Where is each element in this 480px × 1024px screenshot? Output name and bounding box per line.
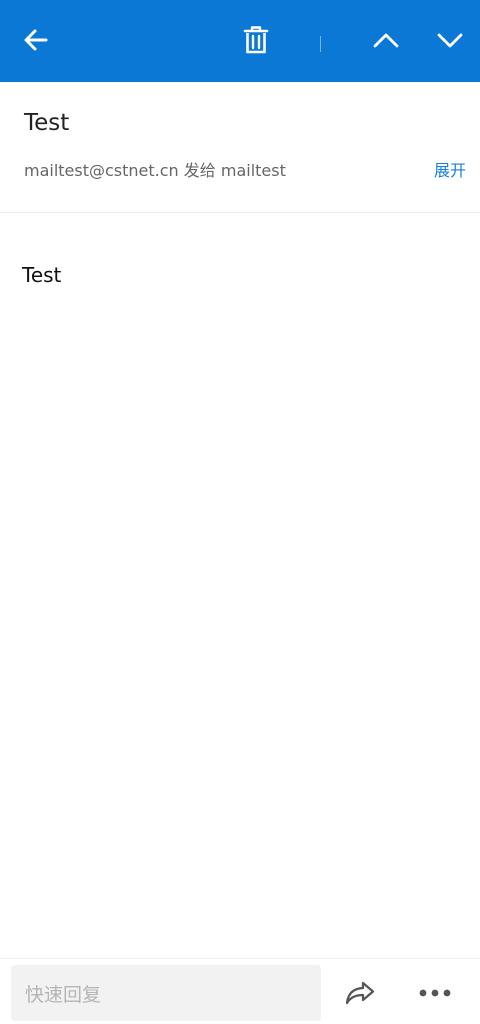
mail-subject: Test [24,110,70,136]
chevron-up-icon [373,33,399,48]
quick-reply-placeholder: 快速回复 [25,983,102,1006]
chevron-down-icon [437,33,463,48]
header-divider [0,212,480,213]
trash-icon [243,26,269,54]
next-mail-button[interactable] [428,18,472,62]
delete-button[interactable] [234,18,278,62]
top-app-bar [0,0,480,82]
arrow-left-icon [24,29,48,51]
bottom-bar-divider [0,958,480,959]
mail-body-text: Test [22,263,62,287]
more-options-button[interactable] [413,971,457,1015]
expand-details-link[interactable]: 展开 [434,160,466,182]
sender-recipient-line: mailtest@cstnet.cn 发给 mailtest [24,161,286,180]
mail-detail-screen: Test mailtest@cstnet.cn 发给 mailtest 展开 T… [0,0,480,1024]
toolbar-divider [320,36,321,52]
forward-button[interactable] [338,971,382,1015]
forward-arrow-icon [345,981,375,1005]
back-button[interactable] [14,18,58,62]
previous-mail-button[interactable] [364,18,408,62]
more-dots-icon [419,989,451,997]
quick-reply-input[interactable]: 快速回复 [11,965,321,1021]
